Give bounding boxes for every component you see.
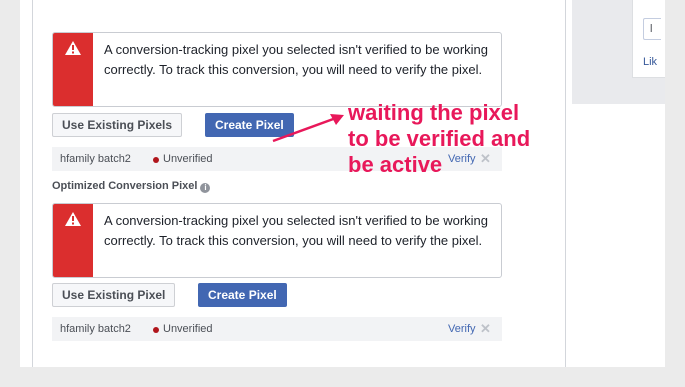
info-icon[interactable]: i bbox=[200, 183, 211, 193]
warning-icon bbox=[65, 212, 81, 226]
pixel-status: Unverified bbox=[163, 323, 213, 335]
annotation-text: waiting the pixel to be verified and be … bbox=[348, 100, 578, 178]
pixel-row: hfamily batch2 Unverified Verify ✕ bbox=[52, 317, 502, 341]
create-pixel-button[interactable]: Create Pixel bbox=[198, 283, 287, 307]
column-divider bbox=[32, 0, 33, 367]
alert-message: A conversion-tracking pixel you selected… bbox=[104, 42, 489, 77]
alert-message: A conversion-tracking pixel you selected… bbox=[104, 213, 489, 248]
annotation-line: waiting the pixel bbox=[348, 100, 520, 125]
like-link[interactable]: Lik bbox=[643, 56, 657, 68]
alert-icon-area bbox=[53, 204, 93, 277]
column-divider bbox=[565, 0, 566, 367]
verify-link[interactable]: Verify bbox=[448, 323, 476, 335]
pixel-status: Unverified bbox=[163, 153, 213, 165]
warning-alert: A conversion-tracking pixel you selected… bbox=[52, 203, 502, 278]
unverified-dot-icon bbox=[153, 157, 159, 163]
page-content: l Lik A conversion-tracking pixel you se… bbox=[20, 0, 665, 367]
right-sidebar: l Lik bbox=[572, 0, 665, 104]
alert-icon-area bbox=[53, 33, 93, 106]
annotation-arrow-icon bbox=[272, 114, 344, 143]
annotation-line: be active bbox=[348, 152, 443, 177]
remove-icon[interactable]: ✕ bbox=[480, 321, 491, 337]
optimized-conversion-label: Optimized Conversion Pixel i bbox=[52, 180, 211, 193]
sidebar-card: l Lik bbox=[632, 0, 665, 78]
use-existing-pixel-button[interactable]: Use Existing Pixel bbox=[52, 283, 176, 307]
pixel-name: hfamily batch2 bbox=[60, 153, 131, 165]
use-existing-pixels-button[interactable]: Use Existing Pixels bbox=[52, 113, 183, 137]
sidebar-button[interactable]: l bbox=[643, 18, 661, 40]
warning-icon bbox=[65, 41, 81, 55]
unverified-dot-icon bbox=[153, 327, 159, 333]
warning-alert: A conversion-tracking pixel you selected… bbox=[52, 32, 502, 107]
optimized-label-text: Optimized Conversion Pixel bbox=[52, 180, 198, 192]
annotation-line: to be verified and bbox=[348, 126, 531, 151]
pixel-name: hfamily batch2 bbox=[60, 323, 131, 335]
